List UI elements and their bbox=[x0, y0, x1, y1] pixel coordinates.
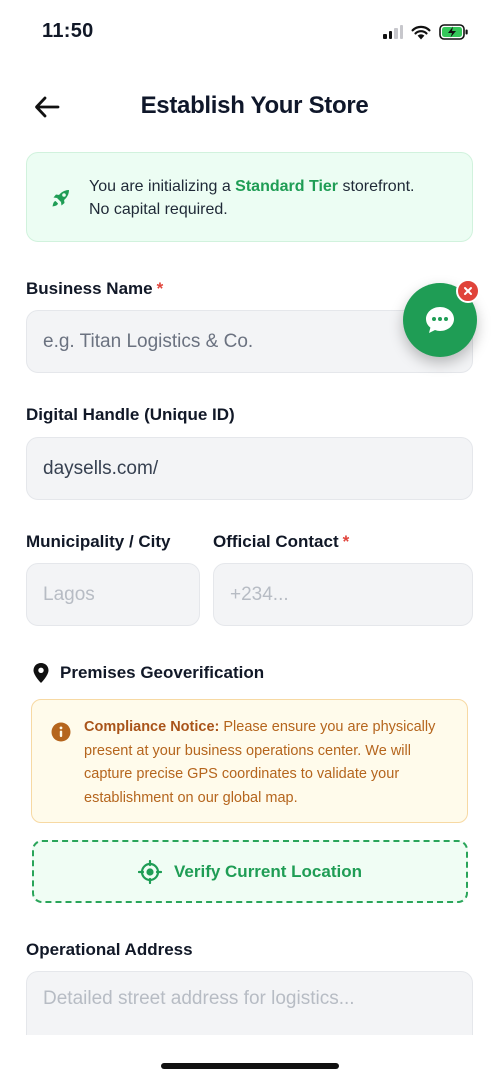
chat-close-button[interactable] bbox=[456, 279, 480, 303]
digital-handle-value: daysells.com/ bbox=[43, 457, 159, 479]
compliance-notice-text: Compliance Notice: Please ensure you are… bbox=[84, 716, 454, 810]
city-label: Municipality / City bbox=[26, 532, 171, 551]
status-icons bbox=[383, 20, 469, 44]
required-mark: * bbox=[156, 279, 164, 298]
business-name-placeholder: e.g. Titan Logistics & Co. bbox=[43, 330, 254, 352]
tier-banner: You are initializing a Standard Tier sto… bbox=[26, 152, 473, 242]
geoverification-title: Premises Geoverification bbox=[60, 663, 265, 682]
address-label: Operational Address bbox=[26, 940, 193, 959]
tier-text-line2: No capital required. bbox=[89, 201, 228, 218]
status-bar: 11:50 bbox=[0, 0, 499, 62]
tier-text-prefix: You are initializing a bbox=[89, 178, 236, 195]
tier-banner-text: You are initializing a Standard Tier sto… bbox=[89, 175, 461, 221]
digital-handle-input[interactable]: daysells.com/ bbox=[26, 437, 473, 500]
tier-name: Standard Tier bbox=[235, 178, 339, 195]
compliance-notice: Compliance Notice: Please ensure you are… bbox=[31, 699, 468, 823]
info-icon bbox=[51, 722, 71, 742]
wifi-icon bbox=[411, 25, 431, 39]
verify-location-label: Verify Current Location bbox=[174, 861, 362, 881]
business-name-label-text: Business Name bbox=[26, 279, 153, 298]
digital-handle-label: Digital Handle (Unique ID) bbox=[26, 405, 235, 424]
required-mark: * bbox=[342, 532, 350, 551]
contact-label-text: Official Contact bbox=[213, 532, 339, 551]
geoverification-heading: Premises Geoverification bbox=[32, 662, 264, 684]
city-input[interactable]: Lagos bbox=[26, 563, 200, 626]
screen: 11:50 Establish Your Store You are initi… bbox=[0, 0, 499, 1080]
contact-placeholder: +234... bbox=[230, 583, 289, 605]
city-placeholder: Lagos bbox=[43, 583, 95, 605]
compliance-notice-title: Compliance Notice: bbox=[84, 719, 220, 735]
rocket-icon bbox=[52, 190, 69, 207]
page-title: Establish Your Store bbox=[140, 92, 369, 119]
crosshair-icon bbox=[138, 859, 162, 884]
contact-input[interactable]: +234... bbox=[213, 563, 473, 626]
bottom-safe-area bbox=[0, 1035, 499, 1080]
address-placeholder: Detailed street address for logistics... bbox=[43, 988, 355, 1009]
signal-icon bbox=[383, 25, 403, 39]
status-time: 11:50 bbox=[42, 20, 94, 42]
close-icon bbox=[464, 287, 472, 295]
chat-bubble-icon bbox=[426, 307, 454, 333]
battery-charging-icon bbox=[439, 24, 468, 40]
tier-text-suffix: storefront. bbox=[338, 178, 415, 195]
contact-label: Official Contact * bbox=[213, 532, 349, 552]
home-indicator bbox=[161, 1063, 339, 1069]
verify-location-button[interactable]: Verify Current Location bbox=[32, 840, 468, 903]
map-pin-icon bbox=[33, 663, 49, 683]
business-name-label: Business Name * bbox=[26, 279, 163, 299]
